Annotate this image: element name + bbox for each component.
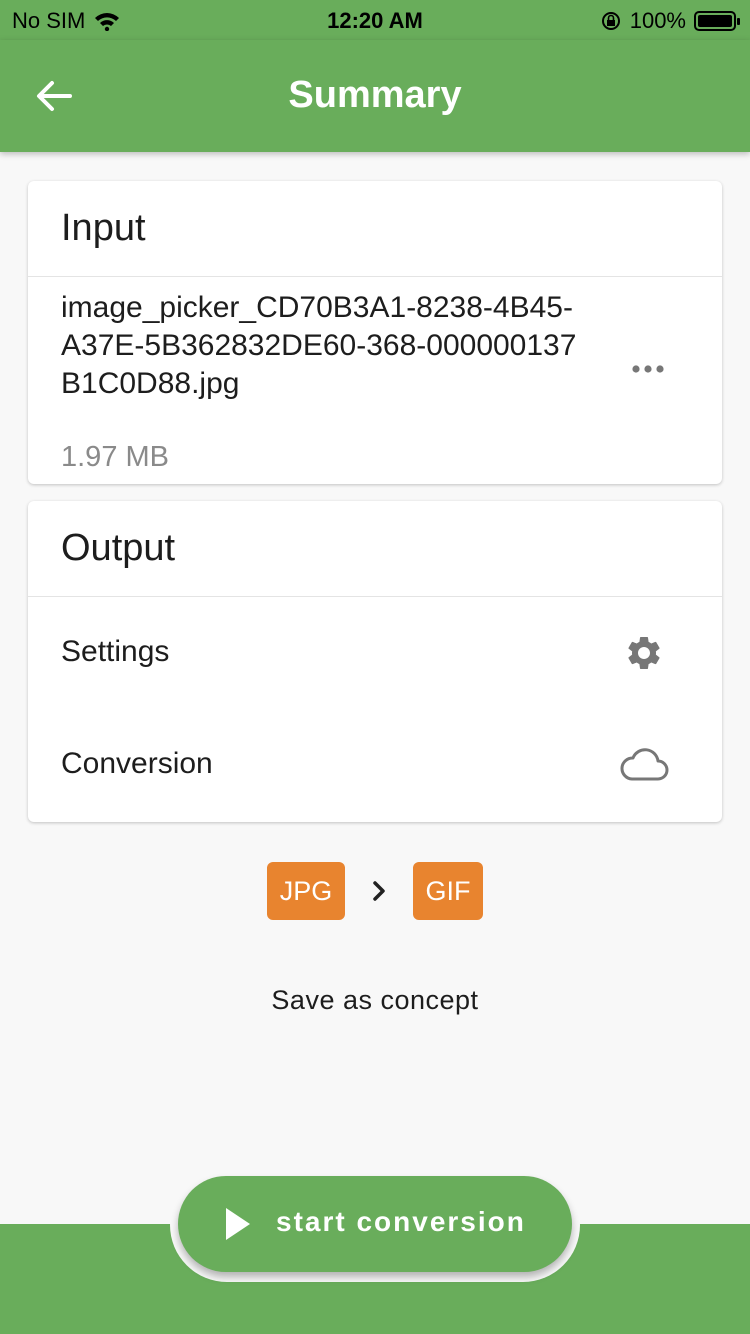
input-card: Input image_picker_CD70B3A1-8238-4B45-A3… xyxy=(28,181,722,484)
input-card-header: Input xyxy=(28,181,722,277)
file-name: image_picker_CD70B3A1-8238-4B45-A37E-5B3… xyxy=(61,291,577,400)
cloud-icon xyxy=(620,748,669,781)
chevron-right-icon xyxy=(373,881,385,901)
input-file-row[interactable]: image_picker_CD70B3A1-8238-4B45-A37E-5B3… xyxy=(28,277,722,484)
output-card-header: Output xyxy=(28,501,722,597)
settings-label: Settings xyxy=(61,635,170,668)
status-bar: No SIM 12:20 AM 100% xyxy=(0,0,750,40)
save-as-concept-button[interactable]: Save as concept xyxy=(0,985,750,1016)
battery-icon xyxy=(694,11,740,31)
gear-icon xyxy=(628,637,660,669)
output-title: Output xyxy=(61,527,176,569)
more-horizontal-icon xyxy=(632,365,664,373)
start-conversion-label: start conversion xyxy=(276,1206,526,1237)
start-conversion-button[interactable]: start conversion xyxy=(178,1176,572,1272)
page-title: Summary xyxy=(288,74,462,116)
conversion-icon-container[interactable] xyxy=(614,741,674,789)
conversion-row[interactable]: Conversion xyxy=(28,709,722,821)
settings-row[interactable]: Settings xyxy=(28,597,722,709)
settings-icon-container[interactable] xyxy=(614,629,674,677)
target-format-badge: GIF xyxy=(413,862,483,920)
more-options-button[interactable] xyxy=(618,349,678,389)
file-size: 1.97 MB xyxy=(61,441,169,473)
app-bar: Summary xyxy=(0,40,750,152)
rotation-lock-icon xyxy=(601,12,620,30)
play-icon xyxy=(226,1208,250,1240)
status-right: 100% xyxy=(600,8,740,34)
input-title: Input xyxy=(61,207,146,249)
format-conversion-row: JPG GIF xyxy=(0,862,750,920)
conversion-label: Conversion xyxy=(61,747,213,780)
source-format-badge: JPG xyxy=(267,862,345,920)
battery-percent: 100% xyxy=(629,8,686,33)
output-card: Output Settings Conversion xyxy=(28,501,722,822)
